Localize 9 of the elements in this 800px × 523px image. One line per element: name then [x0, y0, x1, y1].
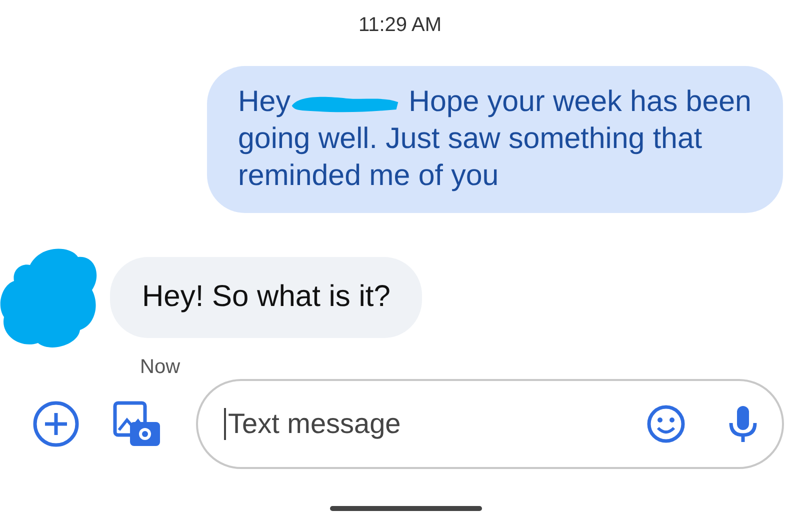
- message-status: Now: [140, 356, 182, 379]
- message-bubble: Hey! So what is it?: [110, 257, 422, 338]
- add-icon[interactable]: [32, 400, 80, 448]
- emoji-icon[interactable]: [646, 404, 686, 444]
- message-bubble: Hey Hope your week has been going well. Just saw something that reminded me of you: [207, 66, 783, 213]
- message-field[interactable]: Text message: [226, 407, 638, 441]
- composer-bar[interactable]: Text message: [196, 379, 784, 469]
- gallery-icon[interactable]: [112, 400, 162, 448]
- timestamp: 11:29 AM: [357, 13, 443, 38]
